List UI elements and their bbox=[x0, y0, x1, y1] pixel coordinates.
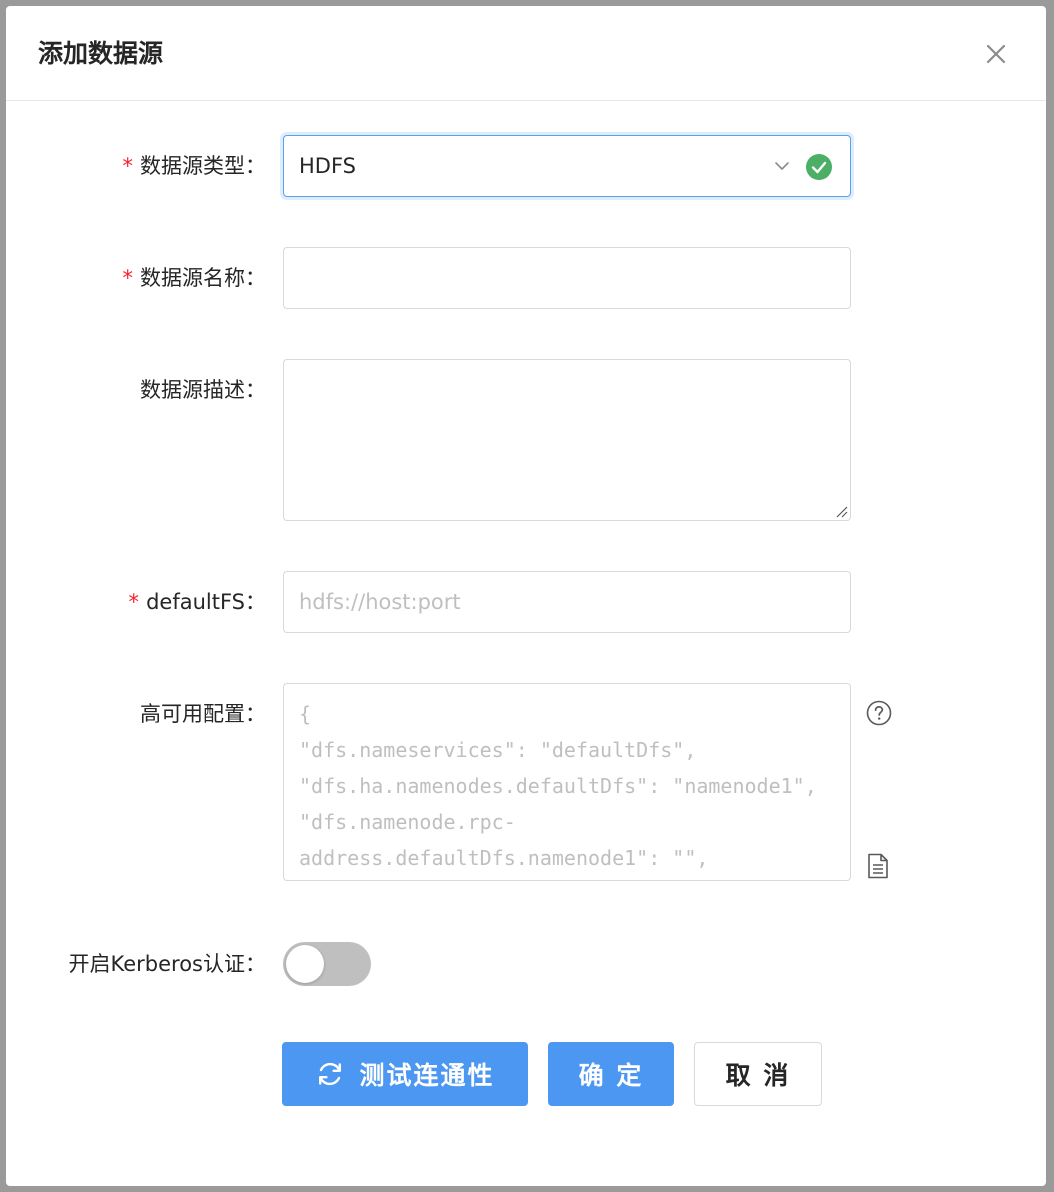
select-value: HDFS bbox=[299, 154, 357, 178]
kerberos-toggle[interactable] bbox=[283, 942, 371, 986]
datasource-description-textarea[interactable] bbox=[283, 359, 851, 521]
defaultfs-placeholder: hdfs://host:port bbox=[299, 590, 461, 614]
toggle-knob bbox=[286, 945, 324, 983]
cancel-button[interactable]: 取 消 bbox=[694, 1042, 822, 1106]
datasource-type-select[interactable]: HDFS bbox=[283, 135, 851, 197]
required-mark: * bbox=[121, 154, 134, 178]
defaultfs-label: * defaultFS： bbox=[127, 590, 266, 614]
required-mark: * bbox=[121, 266, 134, 290]
check-circle-icon bbox=[806, 154, 832, 180]
type-label: * 数据源类型： bbox=[121, 154, 266, 178]
ha-config-textarea[interactable]: { "dfs.nameservices": "defaultDfs", "dfs… bbox=[283, 683, 851, 881]
required-mark: * bbox=[127, 590, 141, 614]
kerberos-label: 开启Kerberos认证： bbox=[68, 952, 267, 976]
name-label: * 数据源名称： bbox=[121, 266, 266, 290]
cancel-label: 取 消 bbox=[725, 1061, 791, 1090]
chevron-down-icon bbox=[775, 162, 789, 170]
dialog-header: 添加数据源 bbox=[6, 6, 1046, 101]
ok-button[interactable]: 确 定 bbox=[548, 1042, 674, 1106]
defaultfs-input[interactable]: hdfs://host:port bbox=[283, 571, 851, 633]
test-connection-label: 测试连通性 bbox=[359, 1061, 495, 1090]
add-datasource-dialog: 添加数据源 * 数据源类型： HDFS * 数据源名称： 数据源描述： * de… bbox=[6, 6, 1046, 1186]
test-connection-button[interactable]: 测试连通性 bbox=[282, 1042, 528, 1106]
dialog-title: 添加数据源 bbox=[38, 39, 164, 68]
resize-handle-icon[interactable] bbox=[834, 504, 848, 518]
close-icon bbox=[986, 44, 1006, 64]
ha-config-placeholder: { "dfs.nameservices": "defaultDfs", "dfs… bbox=[299, 702, 817, 870]
question-circle-icon[interactable] bbox=[866, 700, 892, 726]
datasource-name-input[interactable] bbox=[283, 247, 851, 309]
sync-icon bbox=[319, 1062, 342, 1086]
close-button[interactable] bbox=[976, 34, 1016, 74]
ok-label: 确 定 bbox=[578, 1061, 644, 1090]
ha-config-label: 高可用配置： bbox=[140, 702, 266, 726]
document-icon[interactable] bbox=[867, 853, 889, 879]
description-label: 数据源描述： bbox=[140, 378, 266, 402]
